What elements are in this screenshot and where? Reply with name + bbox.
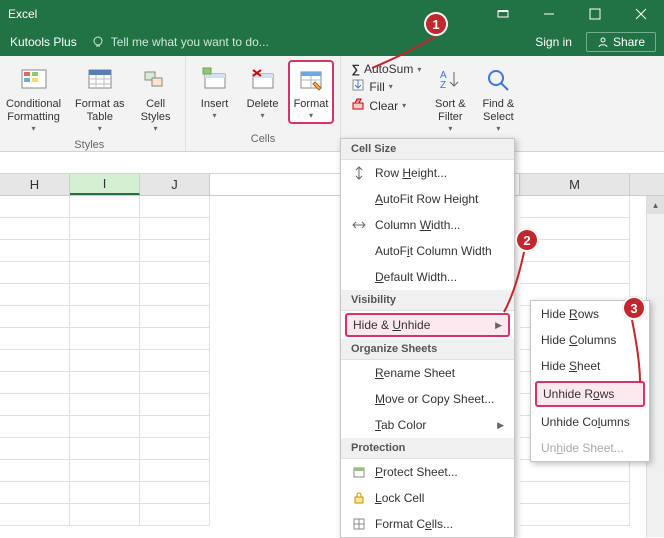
- minimize-button[interactable]: [526, 0, 572, 28]
- col-header-i[interactable]: I: [70, 174, 140, 195]
- submenu-unhide-rows[interactable]: Unhide Rows: [535, 381, 645, 407]
- sign-in-link[interactable]: Sign in: [521, 35, 586, 49]
- clear-button[interactable]: Clear▾: [351, 97, 421, 114]
- share-button[interactable]: Share: [586, 32, 656, 52]
- menu-section-organize: Organize Sheets: [341, 339, 514, 360]
- insert-icon: [199, 64, 231, 96]
- format-button[interactable]: Format ▾: [288, 60, 335, 124]
- col-header-m[interactable]: M: [520, 174, 630, 195]
- dropdown-arrow-icon: ▾: [496, 124, 500, 133]
- menu-column-width[interactable]: Column Width...: [341, 212, 514, 238]
- menu-section-protection: Protection: [341, 438, 514, 459]
- menu-tab-color[interactable]: Tab Color ▶: [341, 412, 514, 438]
- tell-me-input[interactable]: Tell me what you want to do...: [111, 35, 269, 49]
- dropdown-arrow-icon: ▾: [213, 111, 217, 120]
- maximize-button[interactable]: [572, 0, 618, 28]
- menu-default-width[interactable]: Default Width...: [341, 264, 514, 290]
- menu-rename-sheet[interactable]: Rename Sheet: [341, 360, 514, 386]
- menu-autofit-row-height[interactable]: AutoFit Row Height: [341, 186, 514, 212]
- annotation-2: 2: [515, 228, 539, 252]
- sigma-icon: ∑: [351, 62, 360, 76]
- dropdown-arrow-icon: ▾: [261, 111, 265, 120]
- menu-autofit-column-width[interactable]: AutoFit Column Width: [341, 238, 514, 264]
- cell-styles-button[interactable]: Cell Styles ▾: [133, 60, 179, 137]
- ribbon-display-options[interactable]: [480, 0, 526, 28]
- column-headers: H I J M: [0, 174, 664, 196]
- title-bar: Excel: [0, 0, 664, 28]
- conditional-formatting-icon: [18, 64, 50, 96]
- share-icon: [597, 36, 609, 48]
- lock-icon: [351, 490, 367, 506]
- tab-kutools-plus[interactable]: Kutools Plus: [0, 35, 87, 49]
- formula-bar-area: [0, 152, 664, 174]
- ribbon-tabs-bar: Kutools Plus Tell me what you want to do…: [0, 28, 664, 56]
- submenu-unhide-sheet: Unhide Sheet...: [531, 435, 649, 461]
- submenu-arrow-icon: ▶: [495, 320, 502, 331]
- delete-button[interactable]: Delete ▾: [240, 60, 286, 124]
- menu-protect-sheet[interactable]: Protect Sheet...: [341, 459, 514, 485]
- hide-unhide-submenu: Hide Rows Hide Columns Hide Sheet Unhide…: [530, 300, 650, 462]
- submenu-unhide-columns[interactable]: Unhide Columns: [531, 409, 649, 435]
- dropdown-arrow-icon: ▾: [309, 111, 313, 120]
- dropdown-arrow-icon: ▾: [154, 124, 158, 133]
- conditional-formatting-button[interactable]: Conditional Formatting ▾: [0, 60, 67, 137]
- delete-icon: [247, 64, 279, 96]
- fill-icon: [351, 78, 365, 95]
- app-title: Excel: [0, 7, 37, 21]
- menu-format-cells[interactable]: Format Cells...: [341, 511, 514, 537]
- insert-button[interactable]: Insert ▾: [192, 60, 238, 124]
- menu-section-cell-size: Cell Size: [341, 139, 514, 160]
- format-cells-icon: [351, 516, 367, 532]
- cell-styles-icon: [140, 64, 172, 96]
- menu-move-copy-sheet[interactable]: Move or Copy Sheet...: [341, 386, 514, 412]
- table-icon: [84, 64, 116, 96]
- menu-hide-unhide[interactable]: Hide & Unhide ▶: [345, 313, 510, 337]
- find-icon: [482, 64, 514, 96]
- clear-icon: [351, 97, 365, 114]
- dropdown-arrow-icon: ▾: [98, 124, 102, 133]
- tell-me-icon: [91, 35, 105, 49]
- submenu-arrow-icon: ▶: [497, 420, 504, 431]
- close-button[interactable]: [618, 0, 664, 28]
- annotation-3: 3: [622, 296, 646, 320]
- share-label: Share: [613, 35, 645, 49]
- dropdown-arrow-icon: ▾: [32, 124, 36, 133]
- menu-row-height[interactable]: Row Height...: [341, 160, 514, 186]
- column-width-icon: [351, 217, 367, 233]
- format-menu: Cell Size Row Height... AutoFit Row Heig…: [340, 138, 515, 538]
- format-as-table-button[interactable]: Format as Table ▾: [69, 60, 131, 137]
- annotation-1: 1: [424, 12, 448, 36]
- sort-filter-icon: AZ: [434, 64, 466, 96]
- find-select-button[interactable]: Find & Select ▾: [475, 60, 521, 137]
- protect-sheet-icon: [351, 464, 367, 480]
- row-height-icon: [351, 165, 367, 181]
- group-label-styles: Styles: [74, 137, 104, 153]
- col-header-h[interactable]: H: [0, 174, 70, 195]
- submenu-hide-columns[interactable]: Hide Columns: [531, 327, 649, 353]
- submenu-hide-sheet[interactable]: Hide Sheet: [531, 353, 649, 379]
- scroll-up-button[interactable]: ▴: [647, 196, 664, 214]
- menu-lock-cell[interactable]: Lock Cell: [341, 485, 514, 511]
- menu-section-visibility: Visibility: [341, 290, 514, 311]
- sort-filter-button[interactable]: AZ Sort & Filter ▾: [427, 60, 473, 137]
- dropdown-arrow-icon: ▾: [448, 124, 452, 133]
- svg-text:Z: Z: [440, 80, 446, 91]
- format-icon: [295, 64, 327, 96]
- group-label-cells: Cells: [251, 131, 275, 147]
- ribbon: Conditional Formatting ▾ Format as Table…: [0, 56, 664, 152]
- autosum-button[interactable]: ∑AutoSum▾: [351, 62, 421, 76]
- fill-button[interactable]: Fill▾: [351, 78, 421, 95]
- col-header-j[interactable]: J: [140, 174, 210, 195]
